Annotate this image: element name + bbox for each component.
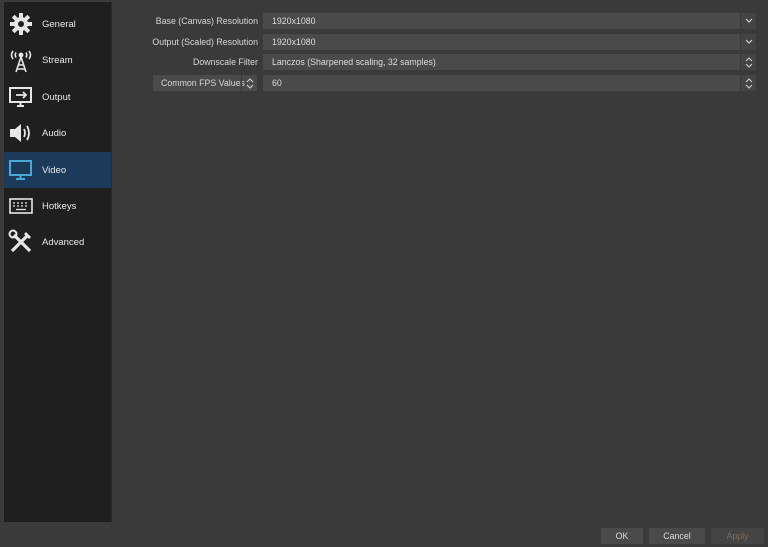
downscale-filter-value: Lanczos (Sharpened scaling, 32 samples) [272,57,436,67]
output-resolution-label: Output (Scaled) Resolution [152,37,258,47]
updown-chevron-icon[interactable] [241,75,257,91]
downscale-filter-select[interactable]: Lanczos (Sharpened scaling, 32 samples) [263,54,756,70]
cancel-button[interactable]: Cancel [649,528,705,544]
output-resolution-row: Output (Scaled) Resolution [120,34,258,50]
speaker-icon [8,120,34,146]
keyboard-icon [8,193,34,219]
output-resolution-select[interactable]: 1920x1080 [263,34,756,50]
gear-icon [8,11,34,37]
sidebar-item-audio[interactable]: Audio [4,115,111,151]
downscale-filter-label: Downscale Filter [192,57,258,67]
fps-value-select[interactable]: 60 [263,75,756,91]
sidebar-item-video[interactable]: Video [4,152,111,188]
sidebar-item-label: Stream [42,54,73,66]
sidebar-item-stream[interactable]: Stream [4,42,111,78]
output-resolution-value: 1920x1080 [272,37,316,47]
monitor-output-icon [8,84,34,110]
sidebar-item-label: Audio [42,127,67,139]
fps-type-select[interactable]: Common FPS Values [153,75,257,91]
apply-button[interactable]: Apply [711,528,764,544]
sidebar-item-general[interactable]: General [4,6,111,42]
tools-icon [8,229,34,255]
fps-value: 60 [272,78,282,88]
updown-chevron-icon[interactable] [740,54,756,70]
sidebar-item-label: Output [42,91,71,103]
sidebar-item-advanced[interactable]: Advanced [4,224,111,260]
base-resolution-row: Base (Canvas) Resolution [120,13,258,29]
sidebar-item-label: Advanced [42,236,85,248]
base-resolution-value: 1920x1080 [272,16,316,26]
chevron-down-icon[interactable] [740,34,756,50]
monitor-icon [8,157,34,183]
settings-sidebar: General Stream Output Audio Video Hotkey… [4,2,112,522]
base-resolution-label: Base (Canvas) Resolution [155,16,258,26]
downscale-filter-row: Downscale Filter [120,54,258,70]
sidebar-item-label: Video [42,164,67,176]
sidebar-item-output[interactable]: Output [4,79,111,115]
sidebar-item-hotkeys[interactable]: Hotkeys [4,188,111,224]
sidebar-item-label: Hotkeys [42,200,77,212]
base-resolution-select[interactable]: 1920x1080 [263,13,756,29]
broadcast-tower-icon [8,47,34,73]
sidebar-item-label: General [42,18,76,30]
fps-type-value: Common FPS Values [161,78,245,88]
updown-chevron-icon[interactable] [740,75,756,91]
ok-button[interactable]: OK [601,528,643,544]
chevron-down-icon[interactable] [740,13,756,29]
